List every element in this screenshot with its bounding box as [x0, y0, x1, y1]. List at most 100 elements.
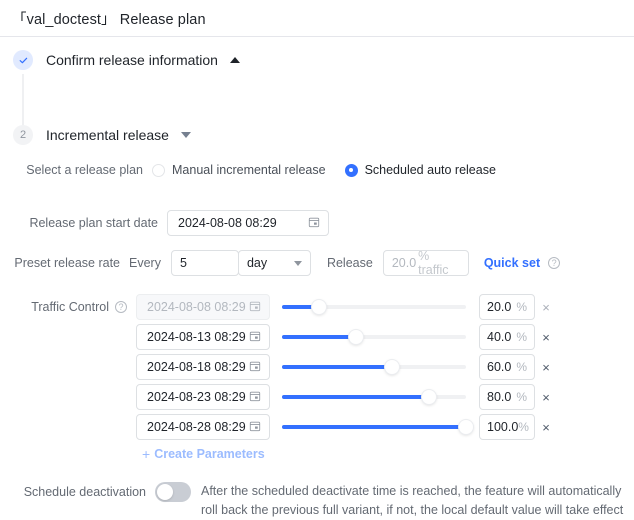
- remove-row-icon[interactable]: ×: [535, 420, 557, 435]
- radio-scheduled-auto-release[interactable]: Scheduled auto release: [344, 163, 496, 177]
- release-plan-row: Select a release plan Manual incremental…: [0, 159, 634, 181]
- table-row: 2024-08-18 08:29 60.0 % ×: [136, 352, 557, 382]
- release-traffic-unit: % traffic: [418, 249, 449, 277]
- incremental-release-form: Select a release plan Manual incremental…: [0, 159, 634, 520]
- calendar-icon[interactable]: [249, 330, 261, 345]
- radio-manual-incremental-release[interactable]: Manual incremental release: [152, 163, 326, 177]
- traffic-percent-input[interactable]: 40.0 %: [479, 324, 535, 350]
- percent-unit: %: [516, 360, 527, 374]
- step-confirm-release-information[interactable]: Confirm release information: [0, 50, 634, 132]
- traffic-control-section: Traffic Control ? 2024-08-08 08:29 20.0 …: [0, 292, 634, 466]
- traffic-date-input[interactable]: 2024-08-08 08:29: [136, 294, 270, 320]
- question-circle-icon[interactable]: ?: [115, 301, 127, 313]
- step-2-marker: 2: [0, 125, 46, 145]
- preset-release-rate-row: Preset release rate Every 5 day Release …: [0, 249, 634, 277]
- create-parameters-button[interactable]: + Create Parameters: [142, 447, 265, 461]
- schedule-deactivation-description: After the scheduled deactivate time is r…: [201, 484, 624, 517]
- schedule-deactivation-row: Schedule deactivation After the schedule…: [0, 482, 634, 520]
- slider-knob[interactable]: [311, 300, 326, 314]
- time-unit-select[interactable]: day: [237, 250, 311, 276]
- step-1-marker: [0, 50, 46, 132]
- radio-manual-label: Manual incremental release: [172, 163, 326, 177]
- release-traffic-value: 20.0: [391, 256, 417, 270]
- steps-container: Confirm release information 2 Incrementa…: [0, 50, 634, 145]
- calendar-icon[interactable]: [249, 360, 261, 375]
- step-2-header[interactable]: Incremental release: [46, 125, 191, 145]
- percent-unit: %: [516, 300, 527, 314]
- remove-row-icon[interactable]: ×: [535, 300, 557, 315]
- percent-unit: %: [518, 420, 529, 434]
- traffic-slider[interactable]: [282, 360, 466, 374]
- calendar-icon[interactable]: [249, 390, 261, 405]
- table-row: 2024-08-08 08:29 20.0 % ×: [136, 292, 557, 322]
- slider-knob[interactable]: [385, 360, 400, 374]
- slider-fill: [282, 365, 393, 369]
- chevron-down-icon[interactable]: [293, 260, 302, 266]
- traffic-date-input[interactable]: 2024-08-28 08:29: [136, 414, 270, 440]
- release-traffic-input[interactable]: 20.0 % traffic: [382, 249, 469, 277]
- step-2-title: Incremental release: [46, 127, 169, 143]
- caret-up-icon[interactable]: [229, 57, 240, 63]
- traffic-date-value: 2024-08-08 08:29: [147, 300, 246, 314]
- traffic-control-label-wrap: Traffic Control ?: [0, 292, 136, 322]
- step-2-number: 2: [13, 125, 33, 145]
- traffic-percent-input[interactable]: 20.0 %: [479, 294, 535, 320]
- traffic-date-value: 2024-08-28 08:29: [147, 420, 246, 434]
- time-unit-value: day: [246, 256, 268, 270]
- calendar-icon[interactable]: [249, 420, 261, 435]
- start-date-input[interactable]: 2024-08-08 08:29: [167, 210, 329, 236]
- remove-row-icon[interactable]: ×: [535, 360, 557, 375]
- start-date-value: 2024-08-08 08:29: [178, 216, 277, 230]
- schedule-deactivation-toggle[interactable]: [155, 482, 191, 502]
- radio-on-icon[interactable]: [344, 163, 358, 177]
- every-value: 5: [179, 256, 187, 270]
- traffic-slider[interactable]: [282, 330, 466, 344]
- slider-fill: [282, 395, 430, 399]
- traffic-percent-input[interactable]: 80.0 %: [479, 384, 535, 410]
- calendar-icon[interactable]: [249, 300, 261, 315]
- traffic-date-input[interactable]: 2024-08-23 08:29: [136, 384, 270, 410]
- step-connector-line: [22, 74, 24, 132]
- calendar-icon[interactable]: [308, 216, 320, 231]
- slider-fill: [282, 335, 356, 339]
- slider-fill: [282, 425, 466, 429]
- traffic-date-value: 2024-08-13 08:29: [147, 330, 246, 344]
- slider-knob[interactable]: [348, 330, 363, 344]
- traffic-percent-value: 20.0: [487, 300, 512, 314]
- schedule-deactivation-label: Schedule deactivation: [23, 485, 146, 499]
- toggle-knob: [157, 484, 173, 500]
- start-date-label: Release plan start date: [29, 216, 158, 230]
- quick-set-link[interactable]: Quick set: [484, 256, 540, 270]
- traffic-percent-value: 80.0: [487, 390, 512, 404]
- table-row: 2024-08-23 08:29 80.0 % ×: [136, 382, 557, 412]
- traffic-date-input[interactable]: 2024-08-13 08:29: [136, 324, 270, 350]
- release-label: Release: [326, 256, 373, 270]
- slider-knob[interactable]: [459, 420, 473, 434]
- traffic-slider[interactable]: [282, 420, 473, 434]
- page-title: 「val_doctest」 Release plan: [12, 11, 206, 28]
- traffic-slider[interactable]: [282, 300, 466, 314]
- preset-release-rate-label: Preset release rate: [14, 256, 120, 270]
- slider-knob[interactable]: [422, 390, 437, 404]
- remove-row-icon[interactable]: ×: [535, 390, 557, 405]
- create-parameters-label: Create Parameters: [154, 447, 265, 461]
- traffic-percent-value: 100.0: [487, 420, 519, 434]
- traffic-date-value: 2024-08-18 08:29: [147, 360, 246, 374]
- traffic-percent-input[interactable]: 100.0 %: [479, 414, 535, 440]
- start-date-row: Release plan start date 2024-08-08 08:29: [0, 210, 634, 236]
- caret-down-icon[interactable]: [180, 132, 191, 138]
- create-parameters-row: + Create Parameters: [136, 442, 557, 466]
- traffic-date-input[interactable]: 2024-08-18 08:29: [136, 354, 270, 380]
- remove-row-icon[interactable]: ×: [535, 330, 557, 345]
- every-value-input[interactable]: 5: [170, 250, 239, 276]
- traffic-percent-input[interactable]: 60.0 %: [479, 354, 535, 380]
- traffic-slider[interactable]: [282, 390, 466, 404]
- traffic-date-value: 2024-08-23 08:29: [147, 390, 246, 404]
- table-row: 2024-08-13 08:29 40.0 % ×: [136, 322, 557, 352]
- percent-unit: %: [516, 390, 527, 404]
- step-1-header[interactable]: Confirm release information: [46, 50, 240, 70]
- step-incremental-release[interactable]: 2 Incremental release: [0, 125, 634, 145]
- question-circle-icon[interactable]: ?: [548, 257, 561, 269]
- radio-off-icon[interactable]: [152, 163, 165, 177]
- step-1-title: Confirm release information: [46, 52, 218, 68]
